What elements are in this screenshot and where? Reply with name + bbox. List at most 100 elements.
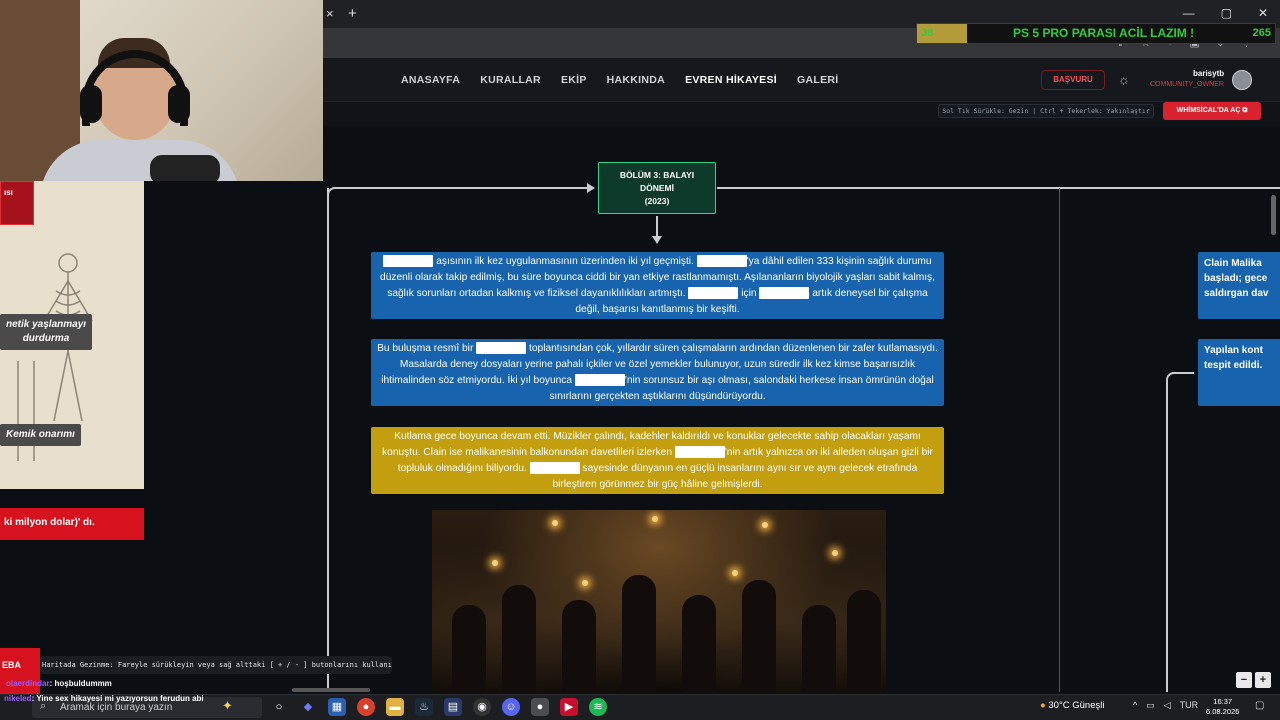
clock[interactable]: 16:37 6.08.2026 <box>1206 697 1239 717</box>
connector-left-vertical <box>327 188 329 692</box>
card-text: aşısının ilk kez uygulanmasının üzerinde… <box>436 256 694 267</box>
story-card-2[interactable]: Bu buluşma resmî bir toplantısından çok,… <box>371 339 944 406</box>
search-placeholder: Aramak için buraya yazın <box>60 702 173 713</box>
connector-right-curve-2 <box>1166 372 1176 382</box>
taskbar-apps: ○ ◆ ▦ ● ▬ ♨ ▤ ◉ ☺ ● ▶ ≋ <box>270 698 607 716</box>
story-card-1[interactable]: aşısının ilk kez uygulanmasının üzerinde… <box>371 252 944 319</box>
open-whimsical-button[interactable]: WHİMSİCAL'DA AÇ ⧉ <box>1163 102 1261 120</box>
system-tray: ^ ▭ ◁ TUR <box>1133 700 1198 711</box>
chat-message: nikeled: Yine sex hikayesi mi yazıyorsun… <box>4 694 204 703</box>
nav-gallery[interactable]: GALERİ <box>797 74 838 86</box>
chat-message: olaerdindar: hoşbuldummm <box>6 679 112 688</box>
connector-down <box>656 216 658 238</box>
redacted-text <box>688 287 739 300</box>
horizontal-scrollbar[interactable] <box>292 688 370 692</box>
connector-left-horizontal <box>335 187 589 189</box>
spotify-icon[interactable]: ≋ <box>589 698 607 716</box>
arrow-down-icon <box>652 236 662 244</box>
chapter-node[interactable]: BÖLÜM 3: BALAYI DÖNEMİ (2023) <box>598 162 716 214</box>
chrome-icon[interactable]: ● <box>531 698 549 716</box>
chevron-up-icon[interactable]: ^ <box>1133 700 1137 711</box>
new-tab-icon[interactable]: + <box>348 5 357 22</box>
zoom-out-button[interactable]: − <box>1236 672 1252 688</box>
user-name: barisytb <box>1193 69 1225 78</box>
webcam-feed <box>0 0 323 181</box>
maximize-icon[interactable]: ▢ <box>1221 6 1232 20</box>
chat-text: : hoşbuldummm <box>49 679 112 688</box>
notification-icon[interactable]: ▢ <box>1255 700 1264 711</box>
close-window-icon[interactable]: ✕ <box>1258 6 1268 20</box>
redacted-text <box>696 255 747 268</box>
donation-title: PS 5 PRO PARASI ACİL LAZIM ! <box>1013 26 1195 40</box>
nav-team[interactable]: EKİP <box>561 74 587 86</box>
close-tab-icon[interactable]: × <box>326 6 334 21</box>
weather-text: 30°C Güneşli <box>1048 700 1105 711</box>
arrow-right-icon <box>587 183 595 193</box>
obs-icon[interactable]: ◉ <box>473 698 491 716</box>
chapter-subtitle: DÖNEMİ <box>640 182 674 193</box>
language-indicator[interactable]: TUR <box>1180 700 1199 711</box>
redacted-text <box>574 374 625 387</box>
left-dark-strip <box>144 181 323 501</box>
network-icon[interactable]: ▭ <box>1146 700 1155 711</box>
red-tab: ısı <box>0 181 34 225</box>
navigation-hint: Sol Tık Sürükle: Gezin | Ctrl + Tekerlek… <box>938 104 1154 118</box>
steam-icon[interactable]: ♨ <box>415 698 433 716</box>
app-icon[interactable]: ▤ <box>444 698 462 716</box>
redacted-text <box>759 287 810 300</box>
nav-rules[interactable]: KURALLAR <box>480 74 541 86</box>
donation-goal-bar: 38 PS 5 PRO PARASI ACİL LAZIM ! 265 <box>916 23 1276 44</box>
connector-far-vertical <box>1059 188 1060 692</box>
connector-right-horizontal <box>717 187 1280 189</box>
vertical-scrollbar[interactable] <box>1271 195 1276 235</box>
redacted-text <box>383 255 434 268</box>
story-card-right-1[interactable]: Clain Malika başladı; gece saldırgan dav <box>1198 252 1280 319</box>
chapter-year: (2023) <box>644 195 670 206</box>
speaker-icon[interactable]: ◁ <box>1164 700 1171 711</box>
connector-left-curve <box>327 187 337 197</box>
story-card-right-2[interactable]: Yapılan kont tespit edildi. <box>1198 339 1280 406</box>
date: 6.08.2026 <box>1206 707 1240 716</box>
weather-widget[interactable]: ● 30°C Güneşli <box>1040 700 1104 711</box>
chat-user: olaerdindar <box>6 679 50 688</box>
sun-icon: ● <box>1040 700 1046 711</box>
party-illustration <box>432 510 886 695</box>
chrome-icon[interactable]: ● <box>357 698 375 716</box>
redacted-text <box>529 462 580 475</box>
avatar[interactable] <box>1232 70 1252 90</box>
sparkle-icon: ✦ <box>222 698 233 713</box>
minimize-icon[interactable]: — <box>1183 6 1195 20</box>
connector-right-vertical-2 <box>1166 380 1168 692</box>
app-icon[interactable]: ▶ <box>560 698 578 716</box>
nav-universe-story[interactable]: EVREN HİKAYESİ <box>685 74 777 86</box>
story-card-3[interactable]: Kutlama gece boyunca devam etti. Müzikle… <box>371 427 944 494</box>
theme-toggle-icon[interactable]: ☼ <box>1118 72 1130 87</box>
window-controls: — ▢ ✕ <box>1183 6 1268 20</box>
chat-user: nikeled <box>4 694 32 703</box>
quote-banner: ki milyon dolar)' dı. <box>0 508 144 540</box>
app-icon[interactable]: ◆ <box>299 698 317 716</box>
nav-home[interactable]: ANASAYFA <box>401 74 460 86</box>
card-text: sayesinde dünyanın en güçlü insanlarını … <box>552 463 918 490</box>
map-navigation-hint: Haritada Gezinme: Fareyle sürükleyin vey… <box>40 656 392 674</box>
card-text: Bu buluşma resmî bir <box>377 343 474 354</box>
store-icon[interactable]: ▦ <box>328 698 346 716</box>
user-role: COMMUNITY_OWNER <box>1150 81 1224 88</box>
chat-text: : Yine sex hikayesi mi yazıyorsun ferudu… <box>31 694 204 703</box>
label-bone-repair: Kemik onarımı <box>0 424 81 446</box>
zoom-in-button[interactable]: + <box>1255 672 1271 688</box>
redacted-text <box>476 342 527 355</box>
donation-current: 38 <box>921 27 934 39</box>
label-genetic-aging: netik yaşlanmayı durdurma <box>0 314 93 350</box>
task-view-icon[interactable]: ○ <box>270 698 288 716</box>
chapter-title: BÖLÜM 3: BALAYI <box>619 169 695 180</box>
time: 16:37 <box>1213 697 1233 706</box>
redacted-text <box>674 446 725 459</box>
apply-button[interactable]: BAŞVURU <box>1041 70 1105 90</box>
zoom-controls: − + <box>1236 672 1271 688</box>
discord-icon[interactable]: ☺ <box>502 698 520 716</box>
folder-icon[interactable]: ▬ <box>386 698 404 716</box>
nav-links: ANASAYFA KURALLAR EKİP HAKKINDA EVREN Hİ… <box>401 74 838 86</box>
nav-about[interactable]: HAKKINDA <box>607 74 665 86</box>
donation-goal: 265 <box>1252 27 1271 39</box>
